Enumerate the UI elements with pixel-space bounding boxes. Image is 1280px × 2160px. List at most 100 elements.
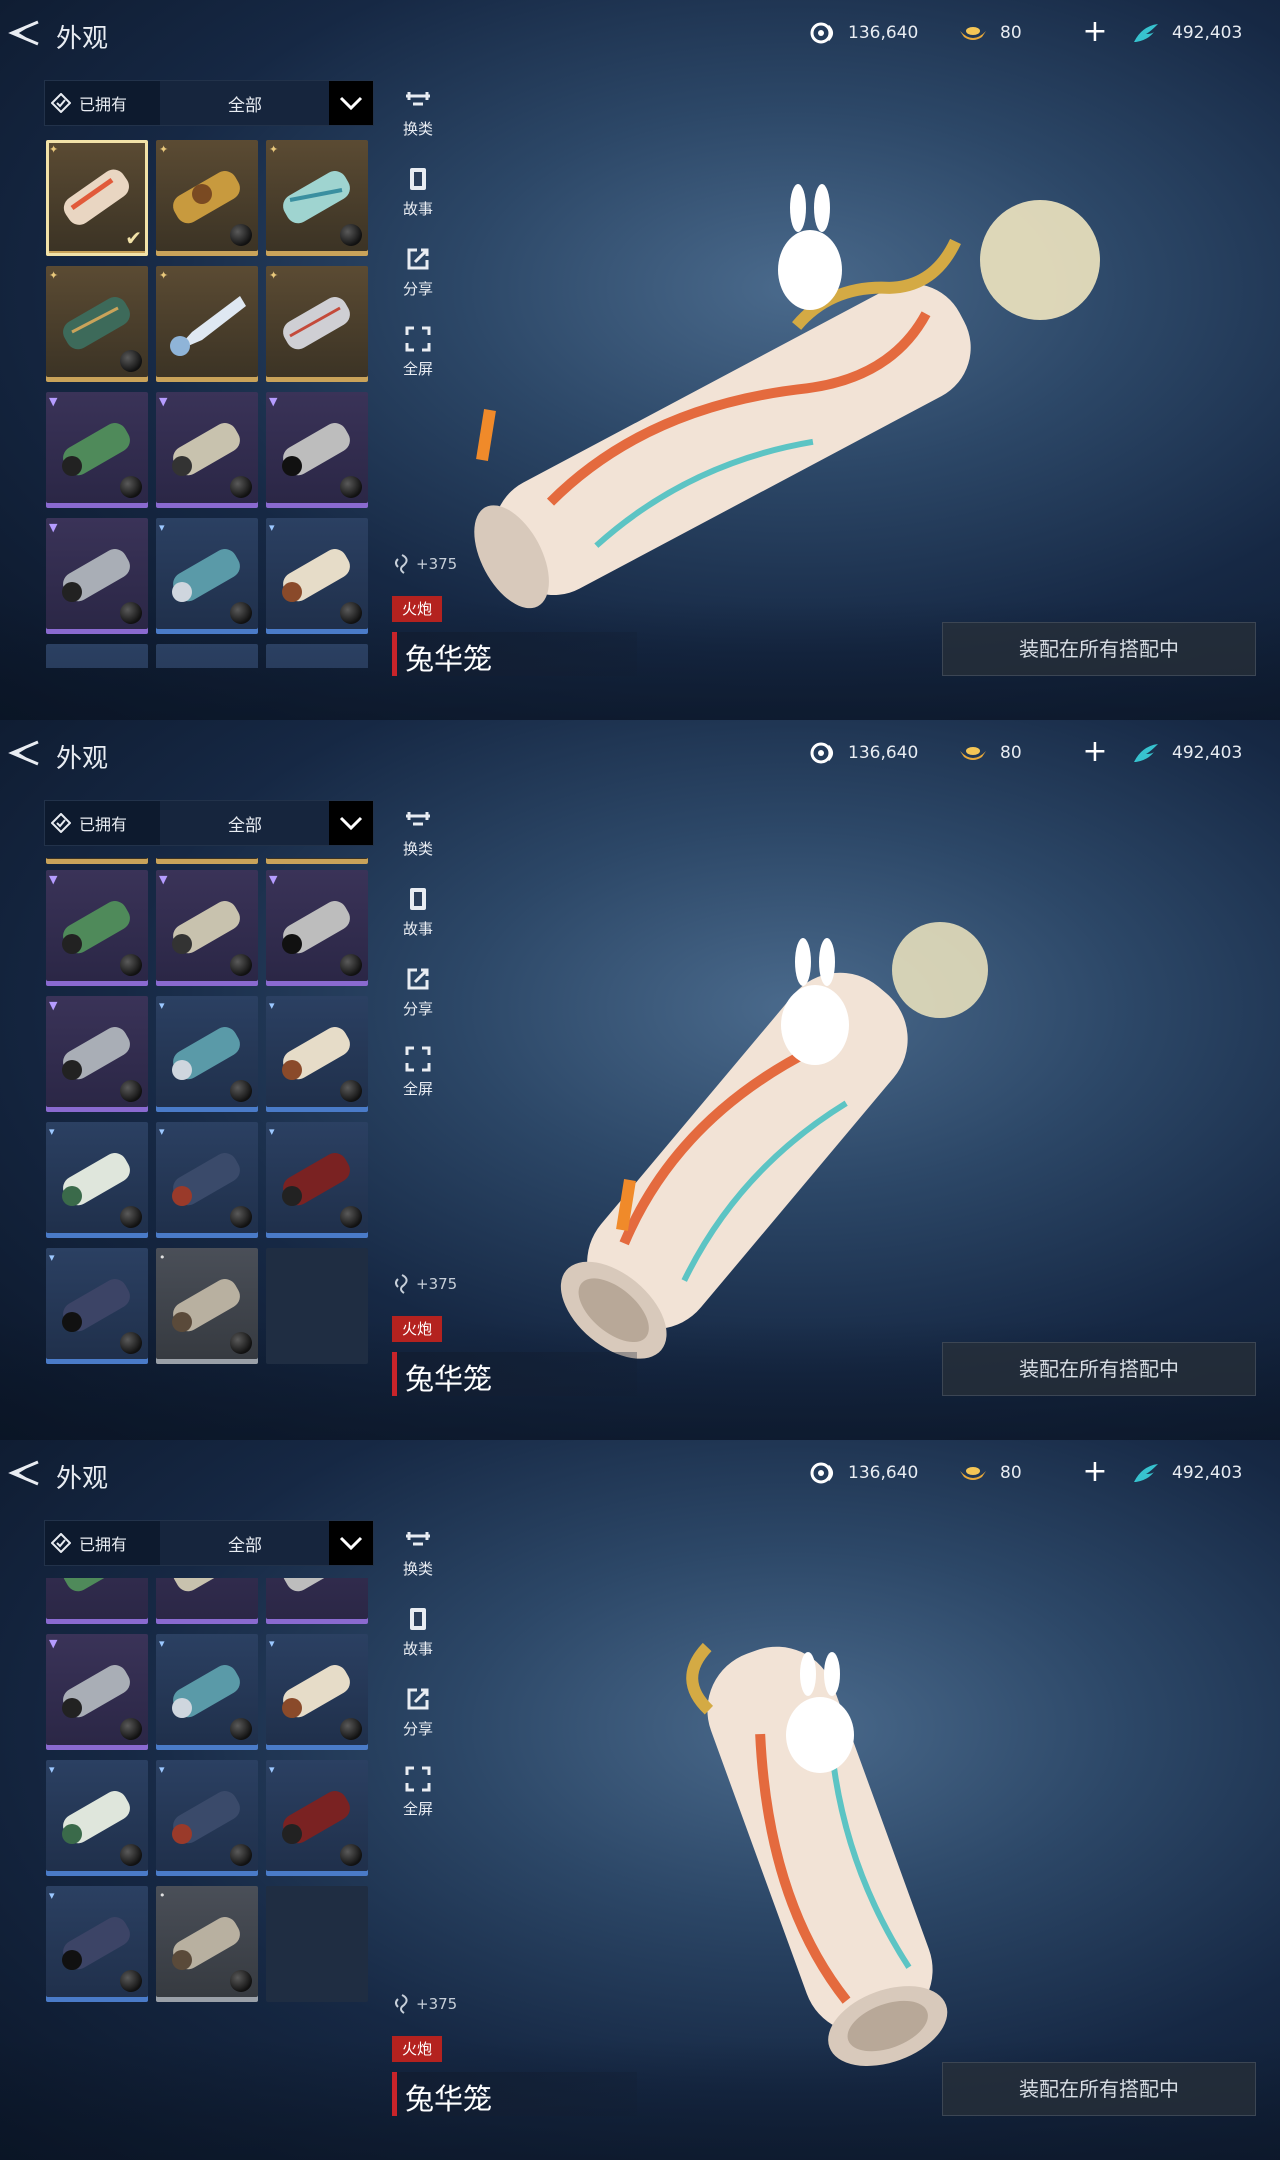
back-arrow-icon[interactable] <box>6 18 42 48</box>
skin-tile[interactable] <box>156 1578 258 1624</box>
skin-tile[interactable] <box>266 644 368 668</box>
equip-all-button[interactable]: 装配在所有搭配中 <box>942 1342 1256 1396</box>
owned-toggle[interactable]: 已拥有 <box>51 801 127 845</box>
skin-tile[interactable]: ✦ <box>266 266 368 382</box>
owned-toggle[interactable]: 已拥有 <box>51 1521 127 1565</box>
fullscreen-label: 全屏 <box>402 1080 433 1098</box>
equip-all-button[interactable]: 装配在所有搭配中 <box>942 2062 1256 2116</box>
power-text: +375 <box>416 1995 458 2013</box>
power-swirl-icon <box>395 554 408 574</box>
dropdown-button[interactable] <box>329 1521 373 1565</box>
story-button[interactable]: 故事 <box>394 1604 442 1684</box>
skin-tile[interactable]: ✦ <box>156 266 258 382</box>
skin-tile[interactable]: ▾ <box>266 996 368 1112</box>
share-label: 分享 <box>402 1000 433 1018</box>
wardrobe-panel-1: 外观 136,640 80 + 492,403 已拥有 全部 ✦ ✔ ✦ ✦ ✦… <box>0 0 1280 720</box>
cannon-preview[interactable] <box>420 1560 1180 2140</box>
skin-tile[interactable]: • <box>156 1886 258 2002</box>
share-icon <box>407 968 429 990</box>
cannonball-icon <box>230 602 252 624</box>
owned-toggle[interactable]: 已拥有 <box>51 81 127 125</box>
swap-type-icon <box>406 1532 430 1546</box>
skin-tile[interactable]: ✦ ✔ <box>46 140 148 256</box>
category-select[interactable]: 全部 <box>160 801 330 845</box>
share-button[interactable]: 分享 <box>394 964 442 1044</box>
skin-tile[interactable]: ▾ <box>46 1760 148 1876</box>
skin-tile[interactable]: ▾ <box>156 1122 258 1238</box>
skin-tile[interactable]: ▾ <box>156 996 258 1112</box>
skin-tile[interactable]: ▼ <box>46 996 148 1112</box>
fullscreen-button[interactable]: 全屏 <box>394 1044 442 1124</box>
back-arrow-icon[interactable] <box>6 1458 42 1488</box>
skin-tile[interactable]: ▾ <box>46 1886 148 2002</box>
skin-tile[interactable]: ▼ <box>46 518 148 634</box>
category-select[interactable]: 全部 <box>160 81 330 125</box>
skin-tile[interactable]: ✦ <box>266 140 368 256</box>
skin-tile[interactable]: • <box>156 1248 258 1364</box>
rarity-icon: ▾ <box>269 521 275 534</box>
skin-tile[interactable]: ▾ <box>266 1122 368 1238</box>
story-label: 故事 <box>402 920 433 938</box>
skin-tile[interactable]: ▼ <box>266 870 368 986</box>
skin-tile[interactable]: ▾ <box>46 1122 148 1238</box>
cannonball-icon <box>340 1206 362 1228</box>
skin-tile[interactable]: ▼ <box>46 870 148 986</box>
cannon-thumbnail <box>283 1578 350 1592</box>
skin-tile[interactable] <box>156 644 258 668</box>
share-button[interactable]: 分享 <box>394 1684 442 1764</box>
cannonball-icon <box>230 954 252 976</box>
fullscreen-button[interactable]: 全屏 <box>394 324 442 404</box>
skin-tile[interactable] <box>46 858 148 864</box>
skin-tile[interactable]: ▾ <box>156 1760 258 1876</box>
add-currency-button[interactable]: + <box>1080 1457 1110 1488</box>
add-currency-button[interactable]: + <box>1080 17 1110 48</box>
top-bar: 外观 136,640 80 + 492,403 <box>0 14 1280 54</box>
fullscreen-button[interactable]: 全屏 <box>394 1764 442 1844</box>
skin-tile[interactable]: ▼ <box>156 392 258 508</box>
skin-tile[interactable]: ✦ <box>156 140 258 256</box>
skin-tile[interactable]: ▼ <box>46 1634 148 1750</box>
chevron-down-icon <box>339 1536 363 1551</box>
skin-tile[interactable]: ▾ <box>266 1760 368 1876</box>
skin-tile[interactable]: ▾ <box>46 1248 148 1364</box>
swap-type-button[interactable]: 换类 <box>394 84 442 164</box>
skin-tile[interactable] <box>46 1578 148 1624</box>
skin-tile[interactable] <box>266 858 368 864</box>
skin-tile[interactable]: ▾ <box>266 518 368 634</box>
rarity-icon: ▼ <box>269 873 278 886</box>
rarity-icon: ▾ <box>49 1889 55 1902</box>
skin-tile[interactable]: ▼ <box>46 392 148 508</box>
back-arrow-icon[interactable] <box>6 738 42 768</box>
skin-tile[interactable]: ▼ <box>266 392 368 508</box>
category-select[interactable]: 全部 <box>160 1521 330 1565</box>
cannonball-icon <box>230 1718 252 1740</box>
rarity-icon: ▼ <box>49 999 58 1012</box>
skin-tile[interactable] <box>266 1578 368 1624</box>
wardrobe-panel-3: 外观 136,640 80 + 492,403 已拥有 全部 ▼ ▾ ▾ ▾ ▾… <box>0 1440 1280 2160</box>
swap-type-button[interactable]: 换类 <box>394 1524 442 1604</box>
dropdown-button[interactable] <box>329 801 373 845</box>
cannonball-icon <box>230 1970 252 1992</box>
skin-tile[interactable] <box>156 858 258 864</box>
add-currency-button[interactable]: + <box>1080 737 1110 768</box>
cannonball-icon <box>120 954 142 976</box>
rarity-icon: ▼ <box>159 873 168 886</box>
cannon-preview[interactable] <box>420 120 1180 700</box>
share-button[interactable]: 分享 <box>394 244 442 324</box>
currency-wheel: 136,640 <box>810 20 918 46</box>
skin-tile[interactable]: ▾ <box>156 1634 258 1750</box>
side-actions: 换类 故事 分享 全屏 <box>394 804 442 1124</box>
chevron-down-icon <box>339 816 363 831</box>
feather-icon <box>1134 744 1158 762</box>
swap-type-button[interactable]: 换类 <box>394 804 442 884</box>
equip-all-button[interactable]: 装配在所有搭配中 <box>942 622 1256 676</box>
skin-tile[interactable]: ▾ <box>266 1634 368 1750</box>
skin-tile[interactable]: ▾ <box>156 518 258 634</box>
skin-tile[interactable]: ✦ <box>46 266 148 382</box>
skin-tile[interactable] <box>46 644 148 668</box>
cannon-preview[interactable] <box>420 840 1180 1420</box>
story-button[interactable]: 故事 <box>394 164 442 244</box>
story-button[interactable]: 故事 <box>394 884 442 964</box>
dropdown-button[interactable] <box>329 81 373 125</box>
skin-tile[interactable]: ▼ <box>156 870 258 986</box>
